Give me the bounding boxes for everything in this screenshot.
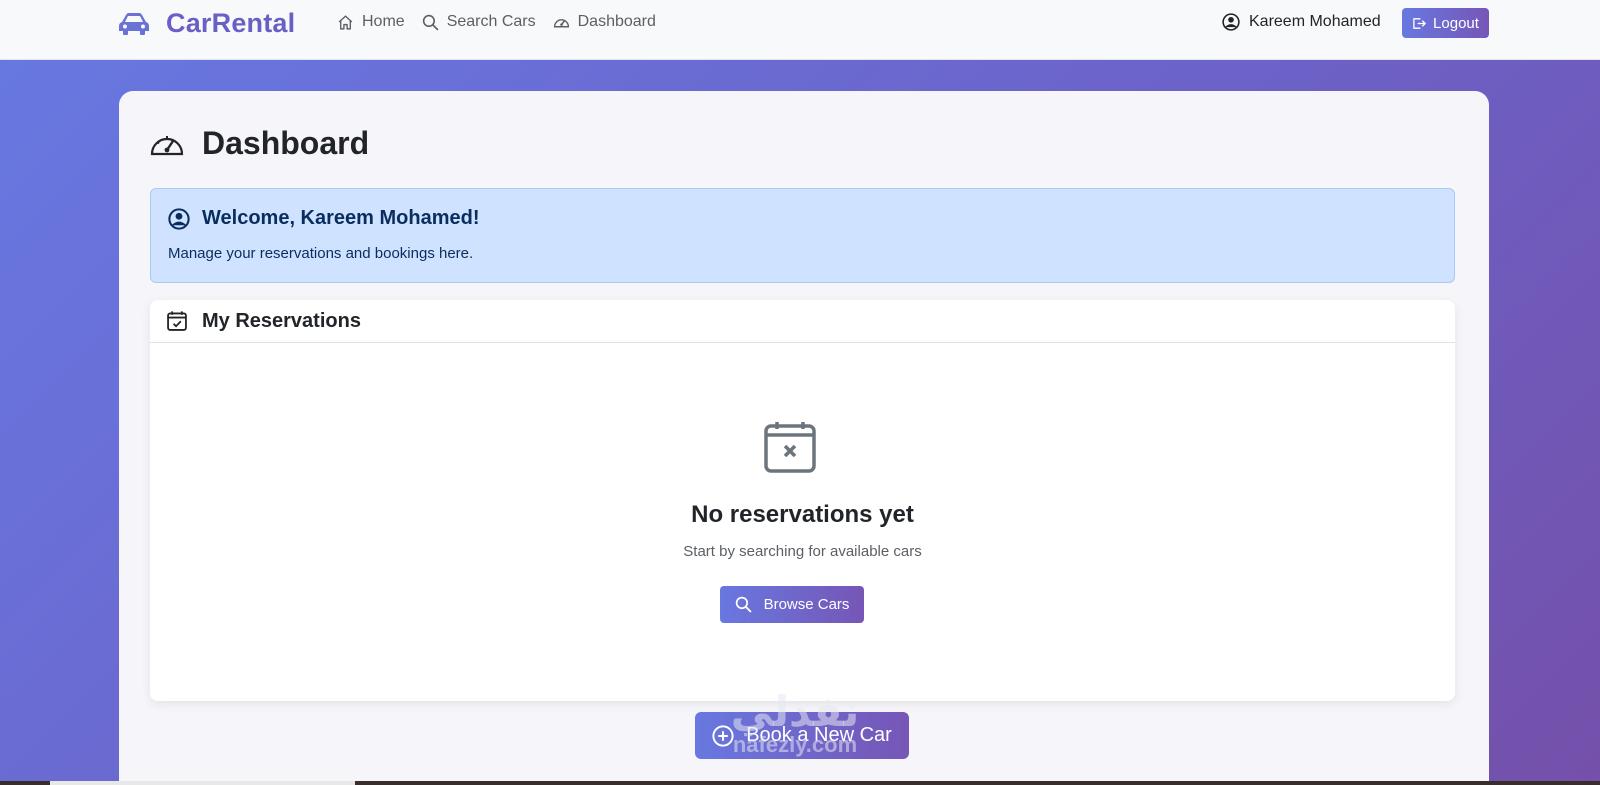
watermark-arabic: نفذلي <box>730 688 860 735</box>
nav-search-cars[interactable]: Search Cars <box>422 13 536 31</box>
browse-cars-label: Browse Cars <box>763 596 850 613</box>
calendar-check-icon <box>167 311 187 331</box>
welcome-alert: Welcome, Kareem Mohamed! Manage your res… <box>150 188 1455 283</box>
empty-state-subtitle: Start by searching for available cars <box>683 543 922 560</box>
speedometer-icon <box>553 18 569 27</box>
logout-button[interactable]: Logout <box>1402 8 1489 38</box>
search-icon <box>735 596 752 613</box>
top-navbar: CarRental Home Search Cars Dashboard Kar… <box>0 0 1600 60</box>
brand-name: CarRental <box>166 8 296 38</box>
car-icon <box>119 12 149 35</box>
site-watermark: نفذلي nafezly.com <box>680 690 910 770</box>
nav-dashboard[interactable]: Dashboard <box>553 13 656 31</box>
welcome-subtitle: Manage your reservations and bookings he… <box>168 245 474 262</box>
speedometer-icon <box>150 135 184 155</box>
logout-icon <box>1413 17 1427 29</box>
nav-search-cars-label: Search Cars <box>446 13 536 30</box>
reservations-header: My Reservations <box>150 300 1455 343</box>
page-title: Dashboard <box>150 125 369 162</box>
user-circle-icon <box>1222 13 1240 31</box>
house-icon <box>338 14 353 30</box>
calendar-x-icon <box>764 422 816 473</box>
nav-home-label: Home <box>362 13 405 30</box>
welcome-title: Welcome, Kareem Mohamed! <box>202 207 480 229</box>
nav-home[interactable]: Home <box>337 13 405 31</box>
logout-label: Logout <box>1433 14 1479 32</box>
page-title-text: Dashboard <box>202 125 370 161</box>
brand-link[interactable]: CarRental <box>118 8 295 39</box>
watermark-latin: nafezly.com <box>732 732 858 757</box>
search-icon <box>422 14 439 31</box>
welcome-heading: Welcome, Kareem Mohamed! <box>168 207 480 230</box>
empty-state-title: No reservations yet <box>691 501 914 528</box>
taskbar-edge <box>0 781 1600 785</box>
reservations-title: My Reservations <box>202 309 361 332</box>
dashboard-container: Dashboard Welcome, Kareem Mohamed! Manag… <box>119 91 1489 785</box>
reservations-card: My Reservations No reservations yet Star… <box>150 300 1455 701</box>
nav-dashboard-label: Dashboard <box>577 13 656 30</box>
taskbar-highlight <box>50 781 355 785</box>
user-menu[interactable]: Kareem Mohamed <box>1222 13 1381 31</box>
user-name: Kareem Mohamed <box>1249 13 1381 30</box>
browse-cars-button[interactable]: Browse Cars <box>720 586 864 623</box>
nav-links: Home Search Cars Dashboard <box>337 13 673 31</box>
user-circle-icon <box>168 207 190 230</box>
